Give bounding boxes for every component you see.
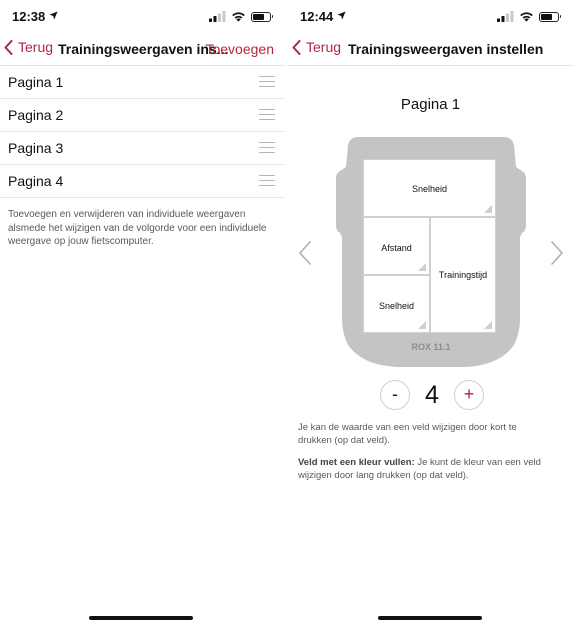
status-icons	[209, 11, 273, 22]
chevron-left-icon	[4, 39, 13, 55]
back-button[interactable]: Terug	[292, 39, 341, 55]
increment-button[interactable]: +	[454, 380, 484, 410]
status-icons	[497, 11, 561, 22]
list-item-page-4[interactable]: Pagina 4	[0, 165, 285, 198]
status-time: 12:44	[300, 9, 334, 24]
status-bar: 12:38	[0, 0, 285, 32]
drag-handle-icon[interactable]	[259, 175, 275, 187]
page-title: Pagina 1	[400, 96, 461, 113]
list-item-page-2[interactable]: Pagina 2	[0, 99, 285, 132]
field-right[interactable]: Trainingstijd	[430, 217, 496, 333]
nav-title: Trainingsweergaven instellen	[348, 41, 544, 57]
wifi-icon	[520, 12, 533, 22]
device-preview: Snelheid Afstand Trainingstijd Snelheid …	[336, 137, 526, 367]
field-top[interactable]: Snelheid	[363, 159, 496, 217]
nav-title: Trainingsweergaven ins...	[58, 41, 229, 57]
back-button[interactable]: Terug	[4, 39, 53, 55]
help-text: Toevoegen en verwijderen van individuele…	[8, 209, 267, 247]
drag-handle-icon[interactable]	[259, 109, 275, 121]
battery-icon	[251, 11, 273, 22]
field-label: Afstand	[381, 243, 412, 253]
corner-icon	[418, 263, 426, 271]
corner-icon	[484, 321, 492, 329]
list-item-label: Pagina 4	[8, 173, 64, 189]
field-label: Snelheid	[411, 184, 448, 194]
status-time: 12:38	[12, 9, 46, 24]
signal-bars-icon	[209, 11, 226, 22]
nav-bar: Terug Trainingsweergaven ins... Toevoege…	[0, 32, 285, 66]
drag-handle-icon[interactable]	[259, 76, 275, 88]
wifi-icon	[232, 12, 245, 22]
info-text-2-bold: Veld met een kleur vullen:	[298, 457, 415, 468]
battery-icon	[539, 11, 561, 22]
add-button[interactable]: Toevoegen	[205, 41, 274, 57]
field-label: Trainingstijd	[438, 270, 488, 280]
left-screen: 12:38 Terug Trainingsweergaven ins... To…	[0, 0, 285, 626]
device-name: ROX 11.1	[411, 342, 451, 352]
field-bottom-left[interactable]: Snelheid	[363, 275, 430, 333]
field-middle-left[interactable]: Afstand	[363, 217, 430, 275]
signal-bars-icon	[497, 11, 514, 22]
field-label: Snelheid	[378, 301, 415, 311]
list-item-page-1[interactable]: Pagina 1	[0, 66, 285, 99]
location-arrow-icon	[337, 11, 346, 20]
home-indicator	[89, 616, 193, 620]
list-item-page-3[interactable]: Pagina 3	[0, 132, 285, 165]
home-indicator	[378, 616, 482, 620]
location-arrow-icon	[49, 11, 58, 20]
chevron-left-icon[interactable]	[298, 240, 312, 266]
chevron-left-icon	[292, 39, 301, 55]
back-label: Terug	[18, 39, 54, 55]
corner-icon	[418, 321, 426, 329]
right-screen: 12:44 Terug Trainingsweergaven instellen…	[288, 0, 573, 626]
drag-handle-icon[interactable]	[259, 142, 275, 154]
quantity-stepper: - 4 +	[380, 380, 484, 412]
status-bar: 12:44	[288, 0, 573, 32]
list-item-label: Pagina 3	[8, 140, 64, 156]
chevron-right-icon[interactable]	[550, 240, 564, 266]
decrement-button[interactable]: -	[380, 380, 410, 410]
page-list: Pagina 1 Pagina 2 Pagina 3 Pagina 4	[0, 66, 285, 198]
stepper-value: 4	[425, 381, 439, 409]
back-label: Terug	[306, 39, 342, 55]
nav-bar: Terug Trainingsweergaven instellen	[288, 32, 573, 66]
info-text-1: Je kan de waarde van een veld wijzigen d…	[298, 422, 517, 446]
list-item-label: Pagina 1	[8, 74, 64, 90]
corner-icon	[484, 205, 492, 213]
info-text-2: Veld met een kleur vullen: Je kunt de kl…	[298, 457, 553, 482]
list-item-label: Pagina 2	[8, 107, 64, 123]
